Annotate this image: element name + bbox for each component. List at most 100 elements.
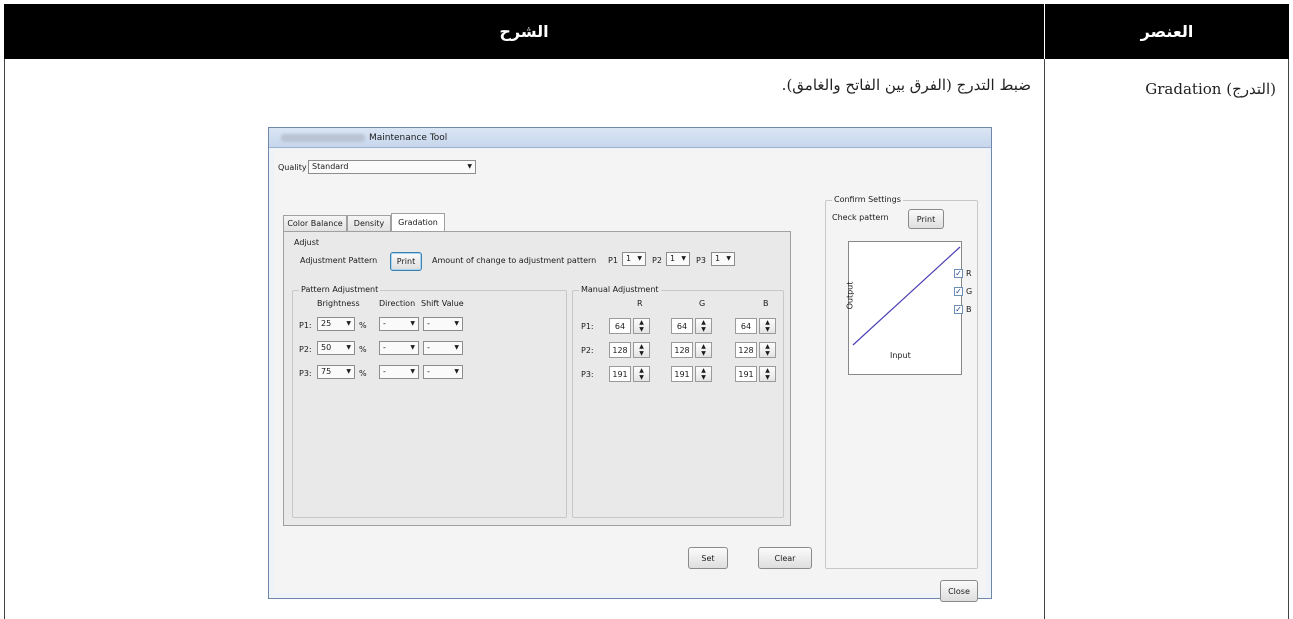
- brightness-p1-value: 25: [321, 319, 332, 328]
- b-header: B: [763, 299, 769, 308]
- g-checkbox-label: G: [966, 287, 973, 296]
- spinner-value[interactable]: 191: [609, 366, 631, 382]
- spinner-arrows-icon[interactable]: ▲ ▼: [633, 366, 650, 382]
- spinner-arrows-icon[interactable]: ▲ ▼: [695, 318, 712, 334]
- pattern-p3-label: P3:: [299, 369, 312, 378]
- title-bar: Maintenance Tool: [269, 128, 991, 148]
- quality-label: Quality: [278, 163, 307, 172]
- direction-p2-select[interactable]: - ▼: [379, 341, 419, 355]
- check-pattern-label: Check pattern: [832, 213, 889, 222]
- brightness-header: Brightness: [317, 299, 360, 308]
- chevron-down-icon: ▼: [454, 320, 459, 327]
- spinner-arrows-icon[interactable]: ▲ ▼: [695, 342, 712, 358]
- spinner-value[interactable]: 64: [671, 318, 693, 334]
- element-name: Gradation (التدرج): [1145, 80, 1276, 98]
- manual-p2-label: P2:: [581, 346, 594, 355]
- spinner-arrows-icon[interactable]: ▲ ▼: [633, 342, 650, 358]
- chevron-down-icon: ▼: [346, 344, 351, 351]
- brightness-p3-value: 75: [321, 367, 332, 376]
- spinner-value[interactable]: 64: [609, 318, 631, 334]
- g-header: G: [699, 299, 706, 308]
- brightness-p2-select[interactable]: 50 ▼: [317, 341, 355, 355]
- shift-p1-select[interactable]: - ▼: [423, 317, 463, 331]
- amount-p1-value: 1: [626, 254, 632, 263]
- gradation-tab-panel: Adjust Adjustment Pattern Print Amount o…: [283, 231, 791, 526]
- window-title: Maintenance Tool: [369, 133, 448, 143]
- adjustment-print-button[interactable]: Print: [390, 252, 422, 271]
- quality-select[interactable]: Standard ▼: [308, 160, 476, 174]
- spinner-value[interactable]: 128: [671, 342, 693, 358]
- tab-gradation[interactable]: Gradation: [391, 213, 445, 231]
- adjustment-pattern-label: Adjustment Pattern: [300, 256, 378, 265]
- confirm-settings-title: Confirm Settings: [832, 195, 903, 204]
- manual-p3-label: P3:: [581, 370, 594, 379]
- b-checkbox[interactable]: ✓: [954, 305, 963, 314]
- direction-p1-select[interactable]: - ▼: [379, 317, 419, 331]
- table-column-divider: [1044, 59, 1045, 619]
- shift-p3-select[interactable]: - ▼: [423, 365, 463, 379]
- pattern-p2-label: P2:: [299, 345, 312, 354]
- r-checkbox-label: R: [966, 269, 972, 278]
- percent-unit: %: [359, 369, 367, 378]
- spinner-arrows-icon[interactable]: ▲ ▼: [633, 318, 650, 334]
- spinner-value[interactable]: 191: [671, 366, 693, 382]
- chevron-down-icon: ▼: [410, 368, 415, 375]
- header-description: الشرح: [4, 4, 1044, 59]
- close-button[interactable]: Close: [940, 580, 978, 602]
- chevron-down-icon: ▼: [454, 368, 459, 375]
- spinner-arrows-icon[interactable]: ▲ ▼: [759, 318, 776, 334]
- direction-p3-value: -: [383, 367, 386, 376]
- spinner-arrows-icon[interactable]: ▲ ▼: [695, 366, 712, 382]
- brightness-p3-select[interactable]: 75 ▼: [317, 365, 355, 379]
- header-element: العنصر: [1045, 4, 1289, 59]
- amount-p1-select[interactable]: 1 ▼: [622, 252, 646, 266]
- r-checkbox[interactable]: ✓: [954, 269, 963, 278]
- chevron-down-icon: ▼: [467, 163, 472, 170]
- chevron-down-icon: ▼: [454, 344, 459, 351]
- clear-button[interactable]: Clear: [758, 547, 812, 569]
- shift-p3-value: -: [427, 367, 430, 376]
- table-border-right: [1288, 59, 1289, 619]
- r-header: R: [637, 299, 643, 308]
- quality-select-value: Standard: [312, 162, 349, 171]
- percent-unit: %: [359, 345, 367, 354]
- manual-adjustment-title: Manual Adjustment: [579, 285, 661, 294]
- graph-y-label: Output: [845, 281, 855, 310]
- manual-adjustment-group: Manual Adjustment R G B P1: 64 ▲ ▼ 64 ▲ ▼ 64…: [572, 285, 784, 518]
- amount-p3-label: P3: [696, 256, 706, 265]
- graph-x-label: Input: [890, 351, 911, 360]
- window-client-area: Quality Standard ▼ Color Balance Density…: [274, 149, 986, 602]
- direction-p2-value: -: [383, 343, 386, 352]
- maintenance-tool-window: Maintenance Tool Quality Standard ▼ Colo…: [268, 127, 992, 602]
- spinner-arrows-icon[interactable]: ▲ ▼: [759, 342, 776, 358]
- g-checkbox[interactable]: ✓: [954, 287, 963, 296]
- amount-p2-select[interactable]: 1 ▼: [666, 252, 690, 266]
- spinner-value[interactable]: 64: [735, 318, 757, 334]
- amount-p3-select[interactable]: 1 ▼: [711, 252, 735, 266]
- pattern-adjustment-title: Pattern Adjustment: [299, 285, 381, 294]
- chevron-down-icon: ▼: [637, 255, 642, 262]
- spinner-value[interactable]: 128: [609, 342, 631, 358]
- direction-header: Direction: [379, 299, 416, 308]
- spinner-value[interactable]: 128: [735, 342, 757, 358]
- pattern-p1-label: P1:: [299, 321, 312, 330]
- tab-color-balance[interactable]: Color Balance: [283, 215, 347, 231]
- direction-p3-select[interactable]: - ▼: [379, 365, 419, 379]
- shift-p2-select[interactable]: - ▼: [423, 341, 463, 355]
- spinner-arrows-icon[interactable]: ▲ ▼: [759, 366, 776, 382]
- redacted-product-name: [281, 134, 365, 142]
- b-checkbox-label: B: [966, 305, 972, 314]
- check-pattern-print-button[interactable]: Print: [908, 209, 944, 229]
- amount-p1-label: P1: [608, 256, 618, 265]
- shift-value-header: Shift Value: [421, 299, 464, 308]
- chevron-down-icon: ▼: [410, 344, 415, 351]
- tab-density[interactable]: Density: [347, 215, 391, 231]
- spinner-value[interactable]: 191: [735, 366, 757, 382]
- amount-p2-label: P2: [652, 256, 662, 265]
- direction-p1-value: -: [383, 319, 386, 328]
- set-button[interactable]: Set: [688, 547, 728, 569]
- chevron-down-icon: ▼: [346, 320, 351, 327]
- brightness-p1-select[interactable]: 25 ▼: [317, 317, 355, 331]
- chevron-down-icon: ▼: [346, 368, 351, 375]
- adjust-label: Adjust: [294, 238, 320, 247]
